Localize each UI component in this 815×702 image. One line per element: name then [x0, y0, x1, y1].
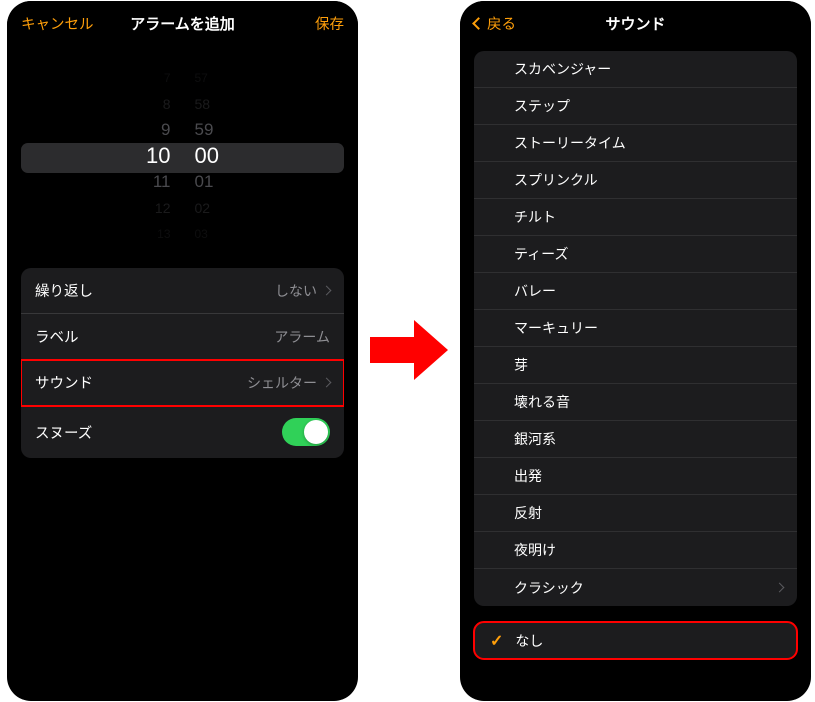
sound-option[interactable]: スプリンクル [474, 162, 797, 199]
label-label: ラベル [35, 326, 79, 347]
snooze-row: スヌーズ [21, 406, 344, 458]
sound-list: スカベンジャー ステップ ストーリータイム スプリンクル チルト ティーズ バレ… [474, 51, 797, 606]
arrow-icon [370, 320, 450, 380]
sound-option[interactable]: ステップ [474, 88, 797, 125]
toggle-knob [304, 420, 328, 444]
sound-option[interactable]: 反射 [474, 495, 797, 532]
chevron-left-icon [472, 17, 485, 30]
chevron-right-icon [775, 583, 785, 593]
snooze-label: スヌーズ [35, 422, 92, 443]
hour-column[interactable]: 7 8 9 10 11 12 13 [121, 65, 171, 250]
sound-option[interactable]: 芽 [474, 347, 797, 384]
sound-option[interactable]: バレー [474, 273, 797, 310]
chevron-right-icon [322, 286, 332, 296]
picker-item: 8 [121, 91, 171, 117]
minute-column[interactable]: 57 58 59 00 01 02 03 [195, 65, 245, 250]
repeat-row[interactable]: 繰り返し しない [21, 268, 344, 314]
sound-option[interactable]: 壊れる音 [474, 384, 797, 421]
sound-option-none[interactable]: ✓ なし [474, 622, 797, 659]
chevron-right-icon [322, 378, 332, 388]
picker-item: 11 [121, 169, 171, 195]
sound-option[interactable]: 夜明け [474, 532, 797, 569]
navbar: キャンセル アラームを追加 保存 [7, 1, 358, 45]
sound-list-scroll[interactable]: スカベンジャー ステップ ストーリータイム スプリンクル チルト ティーズ バレ… [460, 51, 811, 699]
picker-item: 13 [121, 221, 171, 247]
sound-option[interactable]: チルト [474, 199, 797, 236]
sound-option[interactable]: スカベンジャー [474, 51, 797, 88]
snooze-toggle[interactable] [282, 418, 330, 446]
sound-option[interactable]: 出発 [474, 458, 797, 495]
save-button[interactable]: 保存 [274, 13, 344, 34]
repeat-value: しない [275, 281, 330, 301]
sound-option[interactable]: ストーリータイム [474, 125, 797, 162]
sound-option-classic[interactable]: クラシック [474, 569, 797, 606]
picker-item-selected: 10 [121, 143, 171, 169]
picker-item: 02 [195, 195, 245, 221]
sound-label: サウンド [35, 372, 93, 393]
sound-option[interactable]: 銀河系 [474, 421, 797, 458]
sound-select-screen: 戻る サウンド スカベンジャー ステップ ストーリータイム スプリンクル チルト… [460, 1, 811, 701]
picker-item: 12 [121, 195, 171, 221]
picker-item: 59 [195, 117, 245, 143]
time-picker[interactable]: 7 8 9 10 11 12 13 57 58 59 00 01 02 03 [7, 65, 358, 250]
picker-item: 58 [195, 91, 245, 117]
add-alarm-screen: キャンセル アラームを追加 保存 7 8 9 10 11 12 13 57 58… [7, 1, 358, 701]
label-value: アラーム [274, 327, 330, 347]
sound-option[interactable]: ティーズ [474, 236, 797, 273]
picker-item-selected: 00 [195, 143, 245, 169]
picker-item: 01 [195, 169, 245, 195]
sound-none-section: ✓ なし [474, 622, 797, 659]
picker-item: 9 [121, 117, 171, 143]
picker-item: 57 [195, 65, 245, 91]
navbar: 戻る サウンド [460, 1, 811, 45]
picker-item: 03 [195, 221, 245, 247]
sound-row[interactable]: サウンド シェルター [21, 360, 344, 406]
back-button[interactable]: 戻る [474, 13, 544, 34]
cancel-button[interactable]: キャンセル [21, 13, 94, 34]
picker-item: 7 [121, 65, 171, 91]
checkmark-icon: ✓ [490, 631, 503, 651]
sound-value: シェルター [247, 373, 330, 393]
repeat-label: 繰り返し [35, 280, 93, 301]
alarm-settings-list: 繰り返し しない ラベル アラーム サウンド シェルター スヌーズ [21, 268, 344, 458]
label-row[interactable]: ラベル アラーム [21, 314, 344, 360]
sound-option[interactable]: マーキュリー [474, 310, 797, 347]
